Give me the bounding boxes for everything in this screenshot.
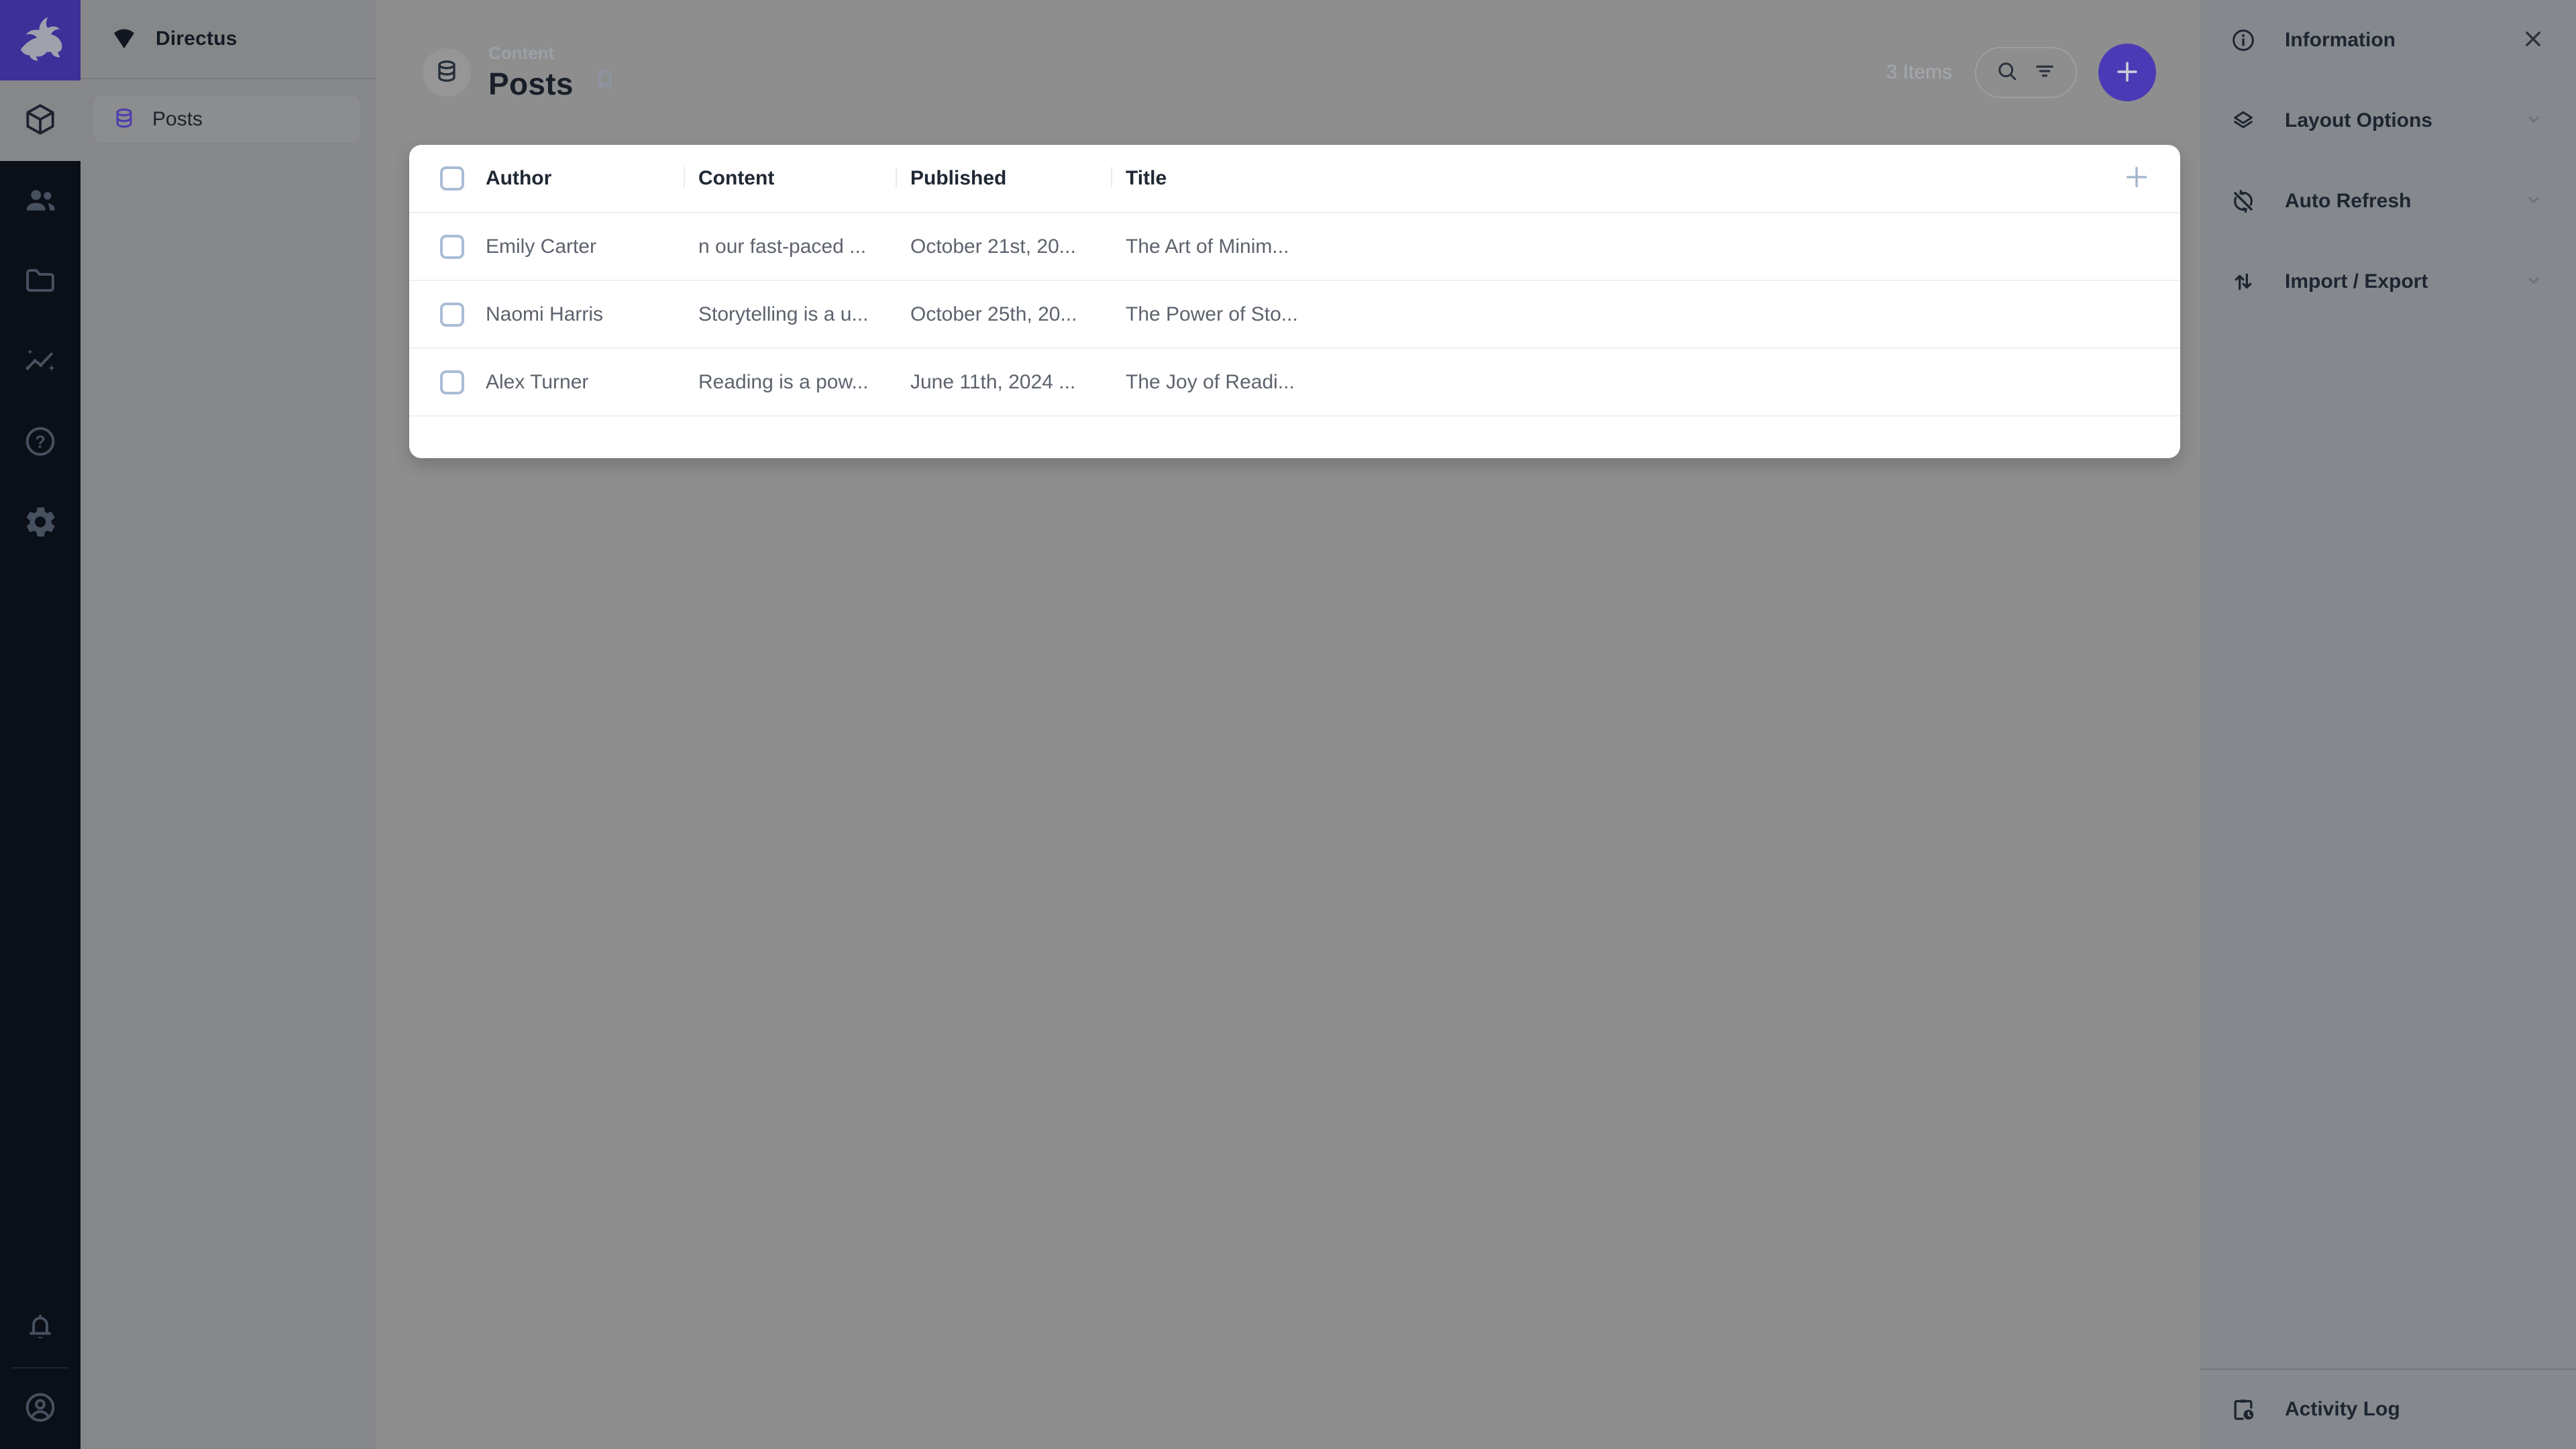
directus-logo[interactable] [0, 0, 80, 80]
nav-item-posts[interactable]: Posts [94, 96, 360, 143]
cell-author: Emily Carter [486, 235, 684, 258]
cell-author: Naomi Harris [486, 303, 684, 326]
cell-content: Storytelling is a u... [684, 303, 896, 326]
sidebar-section-information[interactable]: Information [2200, 0, 2576, 80]
chevron-down-icon[interactable] [2521, 268, 2546, 297]
cell-author: Alex Turner [486, 371, 684, 394]
activity-log-button[interactable]: Activity Log [2200, 1368, 2576, 1449]
cube-icon [22, 101, 58, 141]
sidebar-section-label: Import / Export [2285, 270, 2521, 293]
svg-text:?: ? [35, 433, 46, 451]
search-icon[interactable] [1995, 59, 2019, 87]
select-all-checkbox[interactable] [440, 166, 464, 191]
close-icon[interactable] [2520, 25, 2546, 56]
project-header[interactable]: Directus [80, 0, 376, 79]
main-content: Content Posts 3 Items [376, 0, 2200, 1449]
cell-title: The Art of Minim... [1111, 235, 1324, 258]
layers-icon [2229, 107, 2258, 134]
module-docs[interactable]: ? [0, 402, 80, 483]
nav-item-label: Posts [152, 108, 203, 131]
module-content[interactable] [0, 80, 80, 161]
table-row[interactable]: Naomi Harris Storytelling is a u... Octo… [409, 281, 2180, 349]
folder-icon [22, 262, 58, 302]
bookmark-icon[interactable] [592, 67, 618, 96]
row-checkbox[interactable] [440, 303, 464, 327]
plus-icon [2112, 57, 2142, 89]
row-checkbox[interactable] [440, 235, 464, 259]
cell-published: October 25th, 20... [896, 303, 1111, 326]
table-header-row: Author Content Published Title [409, 145, 2180, 213]
cell-published: June 11th, 2024 ... [896, 371, 1111, 394]
table-row[interactable]: Emily Carter n our fast-paced ... Octobe… [409, 213, 2180, 281]
insights-icon [22, 343, 58, 382]
people-icon [22, 182, 58, 221]
cell-content: n our fast-paced ... [684, 235, 896, 258]
import-export-icon [2229, 268, 2258, 295]
filter-icon[interactable] [2033, 59, 2057, 87]
items-count: 3 Items [1886, 61, 1952, 84]
notifications-button[interactable] [0, 1287, 80, 1367]
sidebar-section-auto-refresh[interactable]: Auto Refresh [2200, 161, 2576, 241]
module-insights[interactable] [0, 322, 80, 402]
database-icon [112, 106, 136, 133]
column-header-author[interactable]: Author [486, 167, 684, 190]
cell-title: The Power of Sto... [1111, 303, 1324, 326]
module-settings[interactable] [0, 483, 80, 564]
add-column-icon[interactable] [2120, 160, 2153, 197]
breadcrumb[interactable]: Content [488, 43, 574, 64]
project-name: Directus [156, 28, 237, 50]
row-select-cell [409, 281, 486, 347]
row-checkbox[interactable] [440, 370, 464, 394]
activity-log-label: Activity Log [2285, 1398, 2546, 1421]
sidebar-section-label: Auto Refresh [2285, 190, 2521, 213]
rabbit-logo-icon [14, 13, 66, 68]
cell-published: October 21st, 20... [896, 235, 1111, 258]
module-bar: ? [0, 0, 80, 1449]
module-file-library[interactable] [0, 241, 80, 322]
column-header-content[interactable]: Content [684, 167, 896, 190]
module-bar-spacer [0, 564, 80, 1287]
row-select-cell [409, 349, 486, 415]
sidebar-section-import-export[interactable]: Import / Export [2200, 241, 2576, 322]
chevron-down-icon[interactable] [2521, 187, 2546, 216]
add-column-cell [1324, 160, 2180, 197]
sidebar-section-layout-options[interactable]: Layout Options [2200, 80, 2576, 161]
help-icon: ? [22, 423, 58, 463]
account-circle-icon [22, 1389, 58, 1429]
page-header: Content Posts 3 Items [376, 0, 2200, 145]
row-select-cell [409, 213, 486, 280]
collection-icon-button[interactable] [423, 48, 471, 97]
cell-content: Reading is a pow... [684, 371, 896, 394]
nav-sidebar: Directus Posts [80, 0, 376, 1449]
info-icon [2229, 27, 2258, 54]
bell-icon [22, 1307, 58, 1347]
database-icon [433, 58, 460, 88]
project-fan-icon [109, 22, 140, 56]
page-title: Posts [488, 66, 574, 102]
right-sidebar: Information Layout Options [2200, 0, 2576, 1449]
account-button[interactable] [0, 1368, 80, 1449]
table-row[interactable]: Alex Turner Reading is a pow... June 11t… [409, 349, 2180, 417]
add-item-button[interactable] [2098, 44, 2156, 101]
cell-title: The Joy of Readi... [1111, 371, 1324, 394]
chevron-down-icon[interactable] [2521, 107, 2546, 136]
select-all-cell [409, 145, 486, 212]
gear-icon [22, 504, 58, 543]
title-block: Content Posts [488, 43, 574, 102]
search-filter-pill [1975, 47, 2077, 98]
activity-log-icon [2229, 1396, 2258, 1423]
collection-table-card: Author Content Published Title Emily Car… [409, 145, 2180, 458]
sidebar-section-label: Information [2285, 29, 2520, 52]
sidebar-section-label: Layout Options [2285, 109, 2521, 132]
module-user-directory[interactable] [0, 161, 80, 241]
column-header-published[interactable]: Published [896, 167, 1111, 190]
sync-disabled-icon [2229, 188, 2258, 215]
column-header-title[interactable]: Title [1111, 167, 1324, 190]
